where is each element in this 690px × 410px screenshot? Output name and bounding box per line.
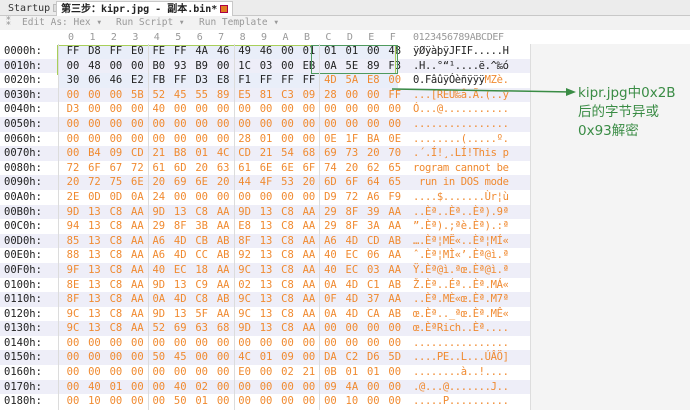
group-separator	[319, 44, 321, 410]
group-separator	[147, 44, 149, 410]
group-separator	[233, 44, 235, 410]
annotation-text: kipr.jpg中0x2B后的字节异或0x93解密	[578, 85, 676, 139]
group-separator	[58, 44, 59, 410]
annotation-arrow	[391, 88, 576, 96]
